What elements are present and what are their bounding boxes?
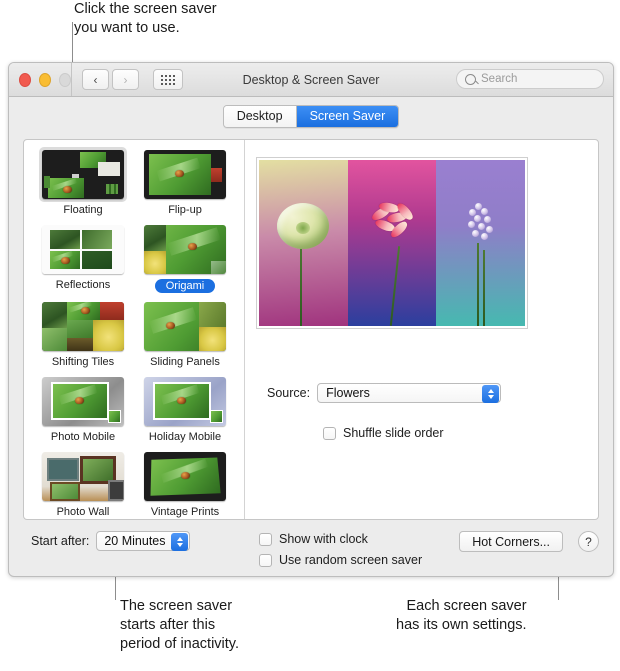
thumbnail-reflections xyxy=(42,225,124,274)
thumbnail-origami xyxy=(144,225,226,274)
saver-item-holiday-mobile[interactable]: Holiday Mobile xyxy=(134,374,236,443)
preview-panel-3 xyxy=(436,160,526,326)
saver-settings-pane: Source: Flowers Shuffle slide order xyxy=(245,140,598,519)
shuffle-row[interactable]: Shuffle slide order xyxy=(323,426,444,440)
saver-item-photo-mobile[interactable]: Photo Mobile xyxy=(32,374,134,443)
tab-desktop[interactable]: Desktop xyxy=(223,105,296,127)
start-after-dropdown[interactable]: 20 Minutes xyxy=(96,531,191,551)
start-after-value: 20 Minutes xyxy=(104,534,166,548)
hot-corners-button[interactable]: Hot Corners... xyxy=(459,531,563,552)
use-random-saver-checkbox[interactable] xyxy=(259,553,272,567)
preferences-panel: Floating Flip-up Reflections Origami Shi… xyxy=(23,139,599,520)
close-button[interactable] xyxy=(19,72,31,87)
thumbnail-shifting-tiles xyxy=(42,302,124,351)
preview-panel-1 xyxy=(259,160,348,326)
callout-bottom-right-text: Each screen saver has its own settings. xyxy=(396,598,527,633)
thumb-frame xyxy=(141,299,229,354)
back-button[interactable]: ‹ xyxy=(82,69,109,90)
start-after-row: Start after: 20 Minutes xyxy=(31,531,191,551)
thumb-frame xyxy=(141,449,229,504)
thumbnail-photo-wall xyxy=(42,452,124,501)
saver-label: Photo Wall xyxy=(56,506,110,518)
thumbnail-flip-up xyxy=(144,150,226,199)
saver-item-origami[interactable]: Origami xyxy=(134,222,236,293)
show-with-clock-row[interactable]: Show with clock xyxy=(259,532,368,546)
show-with-clock-checkbox[interactable] xyxy=(259,532,272,546)
tab-screen-saver[interactable]: Screen Saver xyxy=(295,105,399,127)
show-with-clock-label: Show with clock xyxy=(279,532,368,546)
start-after-label: Start after: xyxy=(31,534,90,548)
saver-label: Photo Mobile xyxy=(50,431,116,443)
shuffle-checkbox[interactable] xyxy=(323,426,336,440)
thumb-frame xyxy=(141,222,229,277)
help-button[interactable]: ? xyxy=(578,531,599,552)
thumbnail-vintage-prints xyxy=(144,452,226,501)
thumb-frame xyxy=(39,449,127,504)
source-value: Flowers xyxy=(326,386,370,400)
zoom-button xyxy=(59,72,71,87)
saver-item-photo-wall[interactable]: Photo Wall xyxy=(32,449,134,518)
saver-item-reflections[interactable]: Reflections xyxy=(32,222,134,293)
segmented-tabs: Desktop Screen Saver xyxy=(222,104,400,128)
saver-item-flip-up[interactable]: Flip-up xyxy=(134,147,236,216)
thumb-frame xyxy=(39,299,127,354)
forward-button[interactable]: › xyxy=(112,69,139,90)
saver-label: Flip-up xyxy=(168,204,202,216)
saver-label: Holiday Mobile xyxy=(148,431,222,443)
source-label: Source: xyxy=(267,386,311,400)
preview-panel-2 xyxy=(347,160,437,326)
chevron-updown-icon xyxy=(171,533,189,551)
use-random-saver-row[interactable]: Use random screen saver xyxy=(259,553,422,567)
thumb-frame xyxy=(39,147,127,202)
saver-label: Reflections xyxy=(55,279,111,291)
show-all-grid-icon[interactable] xyxy=(153,69,183,90)
thumb-frame xyxy=(141,374,229,429)
system-preferences-window: ‹ › Desktop & Screen Saver Search Deskto… xyxy=(8,62,614,577)
saver-label: Shifting Tiles xyxy=(51,356,115,368)
traffic-lights xyxy=(9,72,71,87)
window-titlebar: ‹ › Desktop & Screen Saver Search xyxy=(9,63,613,97)
callout-bottom-left-text: The screen saver starts after this perio… xyxy=(120,598,240,652)
thumbnail-holiday-mobile xyxy=(144,377,226,426)
thumbnail-sliding-panels xyxy=(144,302,226,351)
callout-top-text: Click the screen saver you want to use. xyxy=(74,1,217,36)
saver-item-floating[interactable]: Floating xyxy=(32,147,134,216)
thumbnail-photo-mobile xyxy=(42,377,124,426)
navigation-buttons: ‹ › xyxy=(82,69,183,90)
thumb-frame xyxy=(39,374,127,429)
minimize-button[interactable] xyxy=(39,72,51,87)
chevron-updown-icon xyxy=(482,385,500,403)
saver-label: Vintage Prints xyxy=(150,506,220,518)
search-icon xyxy=(465,73,476,85)
tab-bar: Desktop Screen Saver xyxy=(9,97,613,135)
source-dropdown[interactable]: Flowers xyxy=(317,383,502,403)
saver-label: Origami xyxy=(154,279,216,293)
saver-label: Floating xyxy=(63,204,103,216)
saver-label: Sliding Panels xyxy=(150,356,220,368)
saver-item-sliding-panels[interactable]: Sliding Panels xyxy=(134,299,236,368)
search-placeholder: Search xyxy=(481,73,518,85)
window-bottom-bar: Start after: 20 Minutes Show with clock … xyxy=(9,524,613,574)
saver-item-vintage-prints[interactable]: Vintage Prints xyxy=(134,449,236,518)
thumb-frame xyxy=(141,147,229,202)
screen-saver-list[interactable]: Floating Flip-up Reflections Origami Shi… xyxy=(24,140,245,519)
saver-item-shifting-tiles[interactable]: Shifting Tiles xyxy=(32,299,134,368)
thumb-frame xyxy=(39,222,127,277)
use-random-saver-label: Use random screen saver xyxy=(279,553,423,567)
thumbnail-floating xyxy=(42,150,124,199)
search-input[interactable]: Search xyxy=(456,69,604,89)
screen-saver-preview[interactable] xyxy=(256,157,528,329)
grid-icon xyxy=(161,74,175,85)
source-row: Source: Flowers xyxy=(267,383,502,403)
shuffle-label: Shuffle slide order xyxy=(343,426,444,440)
titlebar-divider xyxy=(71,63,72,96)
